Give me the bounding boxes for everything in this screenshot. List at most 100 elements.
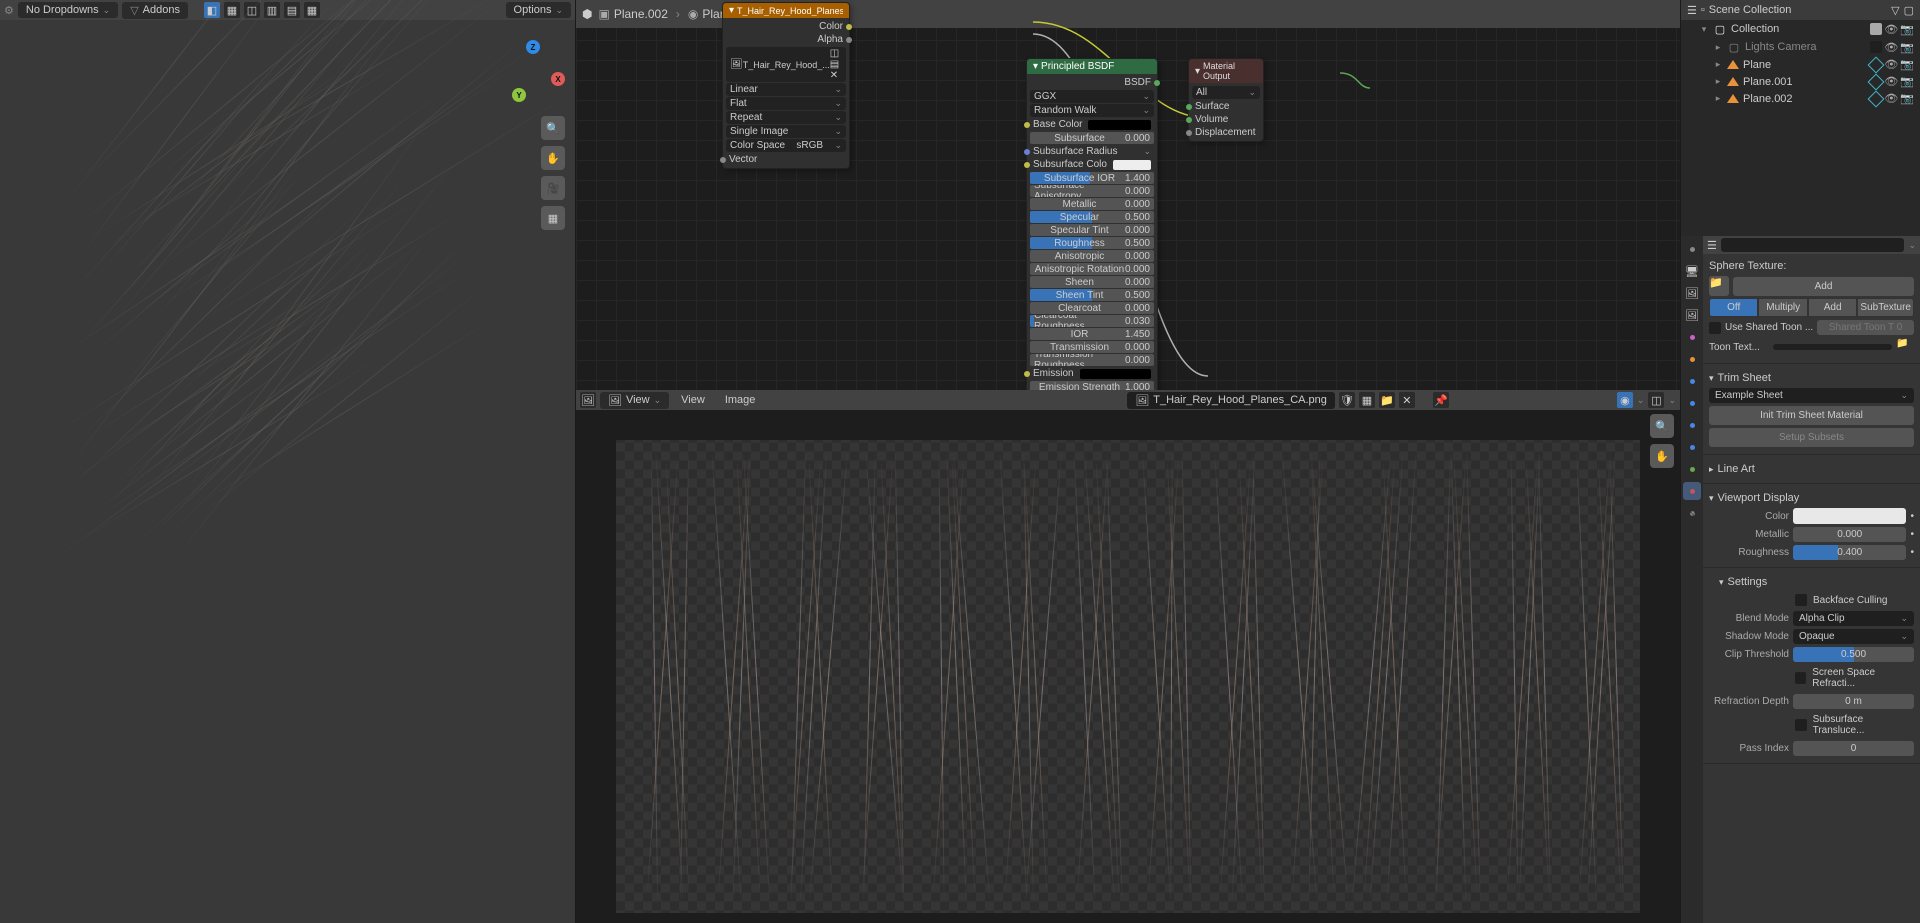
- new-collection-icon[interactable]: ▢: [1904, 4, 1914, 17]
- axis-y-icon[interactable]: Y: [512, 88, 526, 102]
- extension-dropdown[interactable]: Repeat⌄: [726, 111, 846, 124]
- colorspace-dropdown[interactable]: Color SpacesRGB⌄: [726, 139, 846, 152]
- tab-modifiers[interactable]: [1683, 372, 1701, 390]
- new-image-icon[interactable]: ▦: [1359, 392, 1375, 408]
- screen-space-refraction-checkbox[interactable]: [1795, 672, 1806, 684]
- tab-output[interactable]: 🖥: [1683, 262, 1701, 280]
- shadow-mode-dropdown[interactable]: Opaque⌄: [1793, 629, 1914, 644]
- image-editor[interactable]: 🖼 🖼View⌄ View Image 🖼T_Hair_Rey_Hood_Pla…: [576, 390, 1680, 923]
- image-datablock[interactable]: 🖼T_Hair_Rey_Hood_...◫ ▤ ✕: [726, 47, 846, 82]
- trim-sheet-dropdown[interactable]: Example Sheet⌄: [1709, 388, 1914, 403]
- pan-icon[interactable]: ✋: [1650, 444, 1674, 468]
- settings-header[interactable]: ▾Settings: [1709, 576, 1914, 588]
- lineart-header[interactable]: ▸Line Art: [1709, 463, 1914, 475]
- node-editor-icon[interactable]: ⬢: [582, 7, 592, 21]
- outliner-type-icon[interactable]: ☰: [1687, 4, 1697, 17]
- tab-scene[interactable]: 🖼: [1683, 306, 1701, 324]
- trim-sheet-header[interactable]: ▾Trim Sheet: [1709, 372, 1914, 384]
- bsdf-slider[interactable]: Subsurface IOR1.400: [1030, 172, 1154, 184]
- tab-object[interactable]: [1683, 350, 1701, 368]
- bsdf-slider[interactable]: Transmission Roughness0.000: [1030, 354, 1154, 366]
- mode-multiply-btn[interactable]: Multiply: [1758, 298, 1807, 317]
- bsdf-slider[interactable]: Metallic0.000: [1030, 198, 1154, 210]
- tab-texture[interactable]: [1683, 504, 1701, 522]
- tab-render[interactable]: [1683, 240, 1701, 258]
- toon-browse-icon[interactable]: 📁: [1896, 338, 1914, 356]
- props-type-icon[interactable]: ☰: [1707, 239, 1717, 252]
- bsdf-slider[interactable]: Clearcoat Roughness0.030: [1030, 315, 1154, 327]
- bsdf-slider[interactable]: Roughness0.500: [1030, 237, 1154, 249]
- gizmos-dropdown[interactable]: ▽Addons: [122, 2, 188, 19]
- fake-user-icon[interactable]: 🛡: [1339, 392, 1355, 408]
- snap-increment-icon[interactable]: ▦: [224, 2, 240, 18]
- breadcrumb-object[interactable]: Plane.002: [614, 7, 668, 21]
- bsdf-slider[interactable]: Sheen0.000: [1030, 276, 1154, 288]
- properties-search[interactable]: [1721, 238, 1905, 252]
- interpolation-dropdown[interactable]: Linear⌄: [726, 83, 846, 96]
- bsdf-slider[interactable]: IOR1.450: [1030, 328, 1154, 340]
- pin-icon[interactable]: 📌: [1433, 392, 1449, 408]
- image-texture-node[interactable]: ▾T_Hair_Rey_Hood_Planes_CA.png Color Alp…: [722, 2, 850, 169]
- snap-volume-icon[interactable]: ▦: [304, 2, 320, 18]
- display-channels-icon[interactable]: ◉: [1617, 392, 1633, 408]
- toon-texture-field[interactable]: [1773, 344, 1892, 350]
- unlink-image-icon[interactable]: ✕: [1399, 392, 1415, 408]
- pan-icon[interactable]: ✋: [541, 146, 565, 170]
- pass-index-field[interactable]: 0: [1793, 741, 1914, 756]
- open-image-icon[interactable]: 📁: [1379, 392, 1395, 408]
- output-target-dropdown[interactable]: All⌄: [1192, 86, 1260, 99]
- outliner-item-plane002[interactable]: ▸Plane.002 👁📷: [1681, 90, 1920, 107]
- viewport-roughness-slider[interactable]: 0.400: [1793, 545, 1906, 560]
- bsdf-slider[interactable]: Subsurface0.000: [1030, 132, 1154, 144]
- bsdf-slider[interactable]: Specular0.500: [1030, 211, 1154, 223]
- tab-constraints[interactable]: [1683, 438, 1701, 456]
- bsdf-slider[interactable]: Sheen Tint0.500: [1030, 289, 1154, 301]
- options-icon[interactable]: ⌄: [1908, 240, 1916, 251]
- view-menu[interactable]: View: [673, 394, 713, 406]
- material-output-node[interactable]: ▾Material Output All⌄ Surface Volume Dis…: [1188, 58, 1264, 142]
- bsdf-slider[interactable]: Transmission0.000: [1030, 341, 1154, 353]
- overlays-dropdown[interactable]: No Dropdowns⌄: [18, 2, 118, 18]
- tab-particles[interactable]: [1683, 394, 1701, 412]
- sphere-mode-toggle[interactable]: Off Multiply Add SubTexture: [1709, 298, 1914, 317]
- viewport-display-header[interactable]: ▾Viewport Display: [1709, 492, 1914, 504]
- outliner-collection[interactable]: ▾▢Collection ✓👁📷: [1681, 20, 1920, 38]
- refraction-depth-field[interactable]: 0 m: [1793, 694, 1914, 709]
- tab-material[interactable]: [1683, 482, 1701, 500]
- backface-culling-checkbox[interactable]: [1795, 594, 1807, 606]
- distribution-dropdown[interactable]: GGX⌄: [1030, 90, 1154, 103]
- use-shared-toon-checkbox[interactable]: [1709, 322, 1721, 334]
- source-dropdown[interactable]: Single Image⌄: [726, 125, 846, 138]
- mode-off-btn[interactable]: Off: [1709, 298, 1758, 317]
- node-editor[interactable]: ⬢ ▣Plane.002 › ◉Plane.002 › ●Hair ▾T_Hai…: [576, 0, 1680, 390]
- bsdf-slider[interactable]: Emission Strength1.000: [1030, 381, 1154, 390]
- options-dropdown[interactable]: Options⌄: [506, 2, 571, 18]
- bsdf-row[interactable]: Subsurface Colo: [1027, 158, 1157, 171]
- principled-bsdf-node[interactable]: ▾Principled BSDF BSDF GGX⌄ Random Walk⌄ …: [1026, 58, 1158, 390]
- init-trim-button[interactable]: Init Trim Sheet Material: [1709, 406, 1914, 425]
- snap-face-icon[interactable]: ▤: [284, 2, 300, 18]
- blend-mode-dropdown[interactable]: Alpha Clip⌄: [1793, 611, 1914, 626]
- image-editor-type-icon[interactable]: 🖼: [580, 392, 596, 408]
- zoom-icon[interactable]: 🔍: [1650, 414, 1674, 438]
- bsdf-row[interactable]: Base Color: [1027, 118, 1157, 131]
- viewport-color-swatch[interactable]: [1793, 508, 1906, 524]
- viewport-metallic-slider[interactable]: 0.000: [1793, 527, 1906, 542]
- zoom-icon[interactable]: 🔍: [541, 116, 565, 140]
- image-datablock-selector[interactable]: 🖼T_Hair_Rey_Hood_Planes_CA.png: [1127, 392, 1335, 409]
- mode-subtexture-btn[interactable]: SubTexture: [1857, 298, 1914, 317]
- outliner-lights-camera[interactable]: ▸▢Lights Camera 👁📷: [1681, 38, 1920, 56]
- sss-method-dropdown[interactable]: Random Walk⌄: [1030, 104, 1154, 117]
- image-mode-dropdown[interactable]: 🖼View⌄: [600, 392, 669, 409]
- setup-subsets-button[interactable]: Setup Subsets: [1709, 428, 1914, 447]
- overlay-icon[interactable]: ◫: [1648, 392, 1664, 408]
- bsdf-row[interactable]: Subsurface Radius⌄: [1027, 145, 1157, 158]
- projection-dropdown[interactable]: Flat⌄: [726, 97, 846, 110]
- bsdf-slider[interactable]: Anisotropic Rotation0.000: [1030, 263, 1154, 275]
- bsdf-slider[interactable]: Subsurface Anisotropy0.000: [1030, 185, 1154, 197]
- perspective-icon[interactable]: ▦: [541, 206, 565, 230]
- camera-view-icon[interactable]: 🎥: [541, 176, 565, 200]
- bsdf-slider[interactable]: Specular Tint0.000: [1030, 224, 1154, 236]
- bsdf-slider[interactable]: Anisotropic0.000: [1030, 250, 1154, 262]
- outliner-item-plane[interactable]: ▸Plane 👁📷: [1681, 56, 1920, 73]
